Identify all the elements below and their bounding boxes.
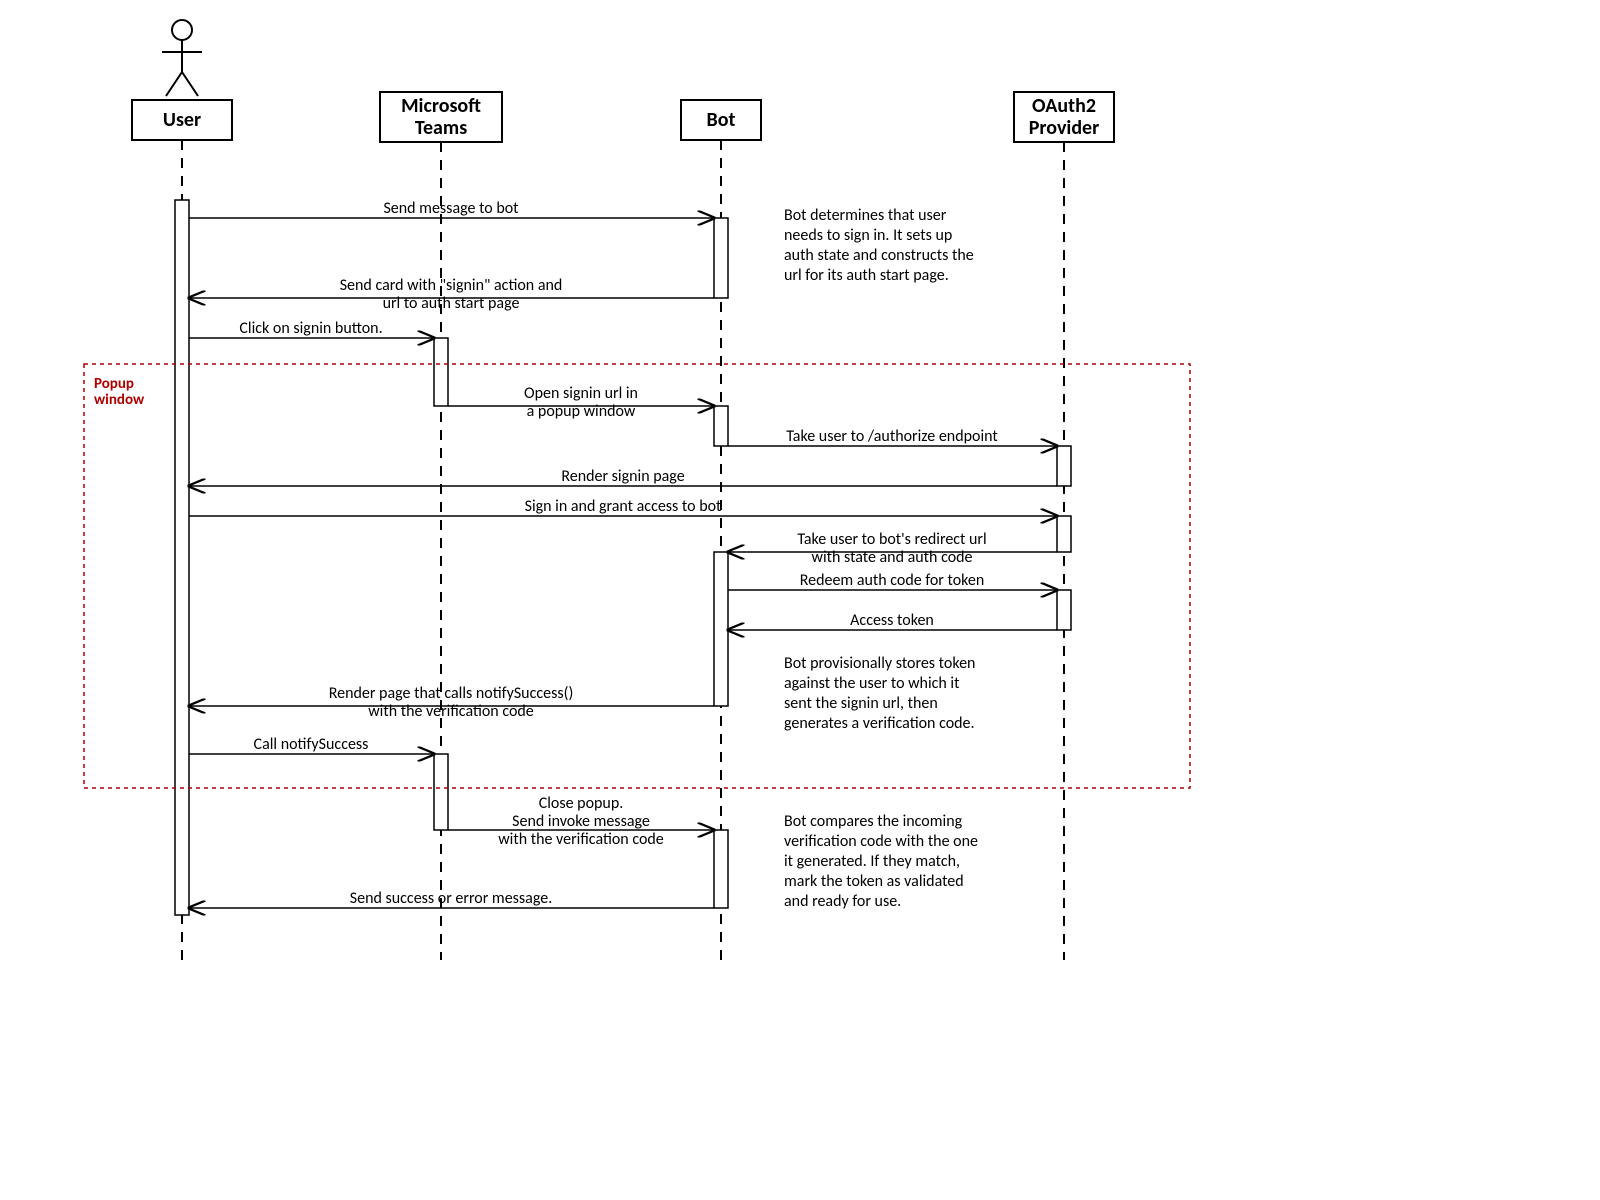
msg-redirect-label-b: with state and auth code — [812, 548, 973, 567]
note-2-b: against the user to which it — [784, 674, 960, 693]
note-1-d: url for its auth start page. — [784, 266, 949, 285]
msg-call-notify-label: Call notifySuccess — [254, 735, 369, 754]
note-1-b: needs to sign in. It sets up — [784, 226, 952, 245]
activation-oauth-3 — [1057, 590, 1071, 630]
msg-grant-access-label: Sign in and grant access to bot — [525, 497, 722, 516]
participant-oauth-label-2: Provider — [1029, 116, 1100, 140]
participant-bot-label: Bot — [707, 108, 736, 132]
msg-render-signin-label: Render signin page — [561, 467, 684, 486]
note-3-a: Bot compares the incoming — [784, 812, 963, 831]
msg-redirect-label-a: Take user to bot's redirect url — [797, 530, 986, 549]
msg-open-popup-label-a: Open signin url in — [524, 384, 638, 403]
activation-oauth-2 — [1057, 516, 1071, 552]
activation-bot-2 — [714, 406, 728, 446]
msg-notify-page-label-a: Render page that calls notifySuccess() — [329, 684, 574, 703]
note-3-b: verification code with the one — [784, 832, 978, 851]
msg-invoke-label-c: with the verification code — [498, 830, 664, 849]
activation-oauth-1 — [1057, 446, 1071, 486]
note-1-c: auth state and constructs the — [784, 246, 974, 265]
msg-send-card-label-a: Send card with "signin" action and — [340, 276, 563, 295]
note-3-e: and ready for use. — [784, 892, 901, 911]
popup-window-frame — [84, 364, 1190, 788]
note-2-c: sent the signin url, then — [784, 694, 938, 713]
activation-teams-2 — [434, 754, 448, 830]
msg-notify-page-label-b: with the verification code — [368, 702, 534, 721]
popup-label-2: window — [94, 391, 145, 409]
activation-teams-1 — [434, 338, 448, 406]
msg-authorize-label: Take user to /authorize endpoint — [786, 427, 998, 446]
msg-invoke-label-a: Close popup. — [539, 794, 624, 813]
note-3-d: mark the token as validated — [784, 872, 964, 891]
participant-teams-label-1: Microsoft — [401, 94, 481, 118]
activation-user — [175, 200, 189, 915]
msg-click-signin-label: Click on signin button. — [239, 319, 382, 338]
msg-send-message-label: Send message to bot — [383, 199, 519, 218]
msg-result-label: Send success or error message. — [350, 889, 552, 908]
msg-token-label: Access token — [850, 611, 934, 630]
note-3-c: it generated. If they match, — [784, 852, 960, 871]
participant-user-label: User — [163, 108, 201, 132]
note-2-d: generates a verification code. — [784, 714, 975, 733]
note-2-a: Bot provisionally stores token — [784, 654, 975, 673]
activation-bot-4 — [714, 830, 728, 908]
activation-bot-3 — [714, 552, 728, 706]
msg-redeem-label: Redeem auth code for token — [800, 571, 985, 590]
msg-open-popup-label-b: a popup window — [527, 402, 636, 421]
msg-send-card-label-b: url to auth start page — [383, 294, 520, 313]
sequence-diagram: User Microsoft Teams Bot OAuth2 Provider… — [0, 0, 1600, 1200]
msg-invoke-label-b: Send invoke message — [512, 812, 650, 831]
participant-teams-label-2: Teams — [415, 116, 467, 140]
note-1-a: Bot determines that user — [784, 206, 947, 225]
activation-bot-1 — [714, 218, 728, 298]
actor-icon — [162, 20, 202, 96]
participant-oauth-label-1: OAuth2 — [1032, 94, 1096, 118]
